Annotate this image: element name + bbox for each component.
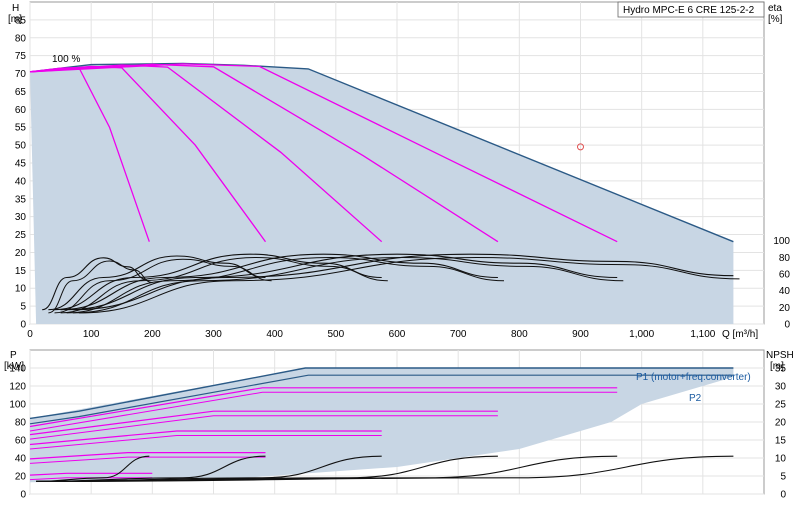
y-left-tick-label: 45: [15, 159, 27, 170]
power-left-unit: [kW]: [4, 361, 24, 372]
y-left-tick-label: 50: [15, 141, 27, 152]
power-tick-label: 20: [15, 472, 27, 483]
y-left-tick-label: 55: [15, 123, 27, 134]
y-left-tick-label: 15: [15, 266, 27, 277]
y-left-tick-label: 0: [20, 320, 26, 331]
head-chart: 0 100 200 300 400 500 600 700 800 900 1,000 1,100 0…: [8, 1, 790, 340]
y-left-tick-label: 65: [15, 87, 27, 98]
x-tick-label: 0: [27, 329, 33, 340]
y-left-tick-label: 20: [15, 248, 27, 259]
y-left-unit: [m]: [8, 14, 22, 25]
power-tick-label: 100: [9, 400, 26, 411]
power-tick-label: 0: [20, 490, 26, 501]
x-tick-label: 100: [83, 329, 100, 340]
npsh-right-ticks: 05101520253035: [775, 364, 787, 501]
power-left-label: P: [10, 350, 17, 361]
x-tick-label: 300: [205, 329, 222, 340]
y-right-tick-label: 20: [779, 303, 791, 314]
x-tick-label: 700: [450, 329, 467, 340]
npsh-tick-label: 20: [775, 418, 787, 429]
y-left-label: H: [12, 3, 19, 14]
power-tick-label: 40: [15, 454, 27, 465]
y-left-tick-label: 70: [15, 69, 27, 80]
speed-annotation: 100 %: [52, 54, 80, 65]
y-left-tick-label: 25: [15, 230, 27, 241]
x-tick-label: 800: [511, 329, 528, 340]
power-tick-label: 80: [15, 418, 27, 429]
y-left-tick-label: 10: [15, 284, 27, 295]
y-right-tick-label: 40: [779, 286, 791, 297]
x-tick-label: 600: [389, 329, 406, 340]
y-right-tick-label: 60: [779, 269, 791, 280]
npsh-tick-label: 15: [775, 436, 787, 447]
y-left-tick-label: 60: [15, 105, 27, 116]
x-tick-label: 400: [266, 329, 283, 340]
npsh-tick-label: 30: [775, 382, 787, 393]
x-axis-label: Q [m³/h]: [722, 329, 758, 340]
y-right-ticks: 0 20 40 60 80 100: [773, 236, 790, 330]
power-chart: 020406080100120140 05101520253035 P [kW]…: [4, 349, 794, 501]
npsh-right-label: NPSH: [766, 350, 794, 361]
y-left-tick-label: 80: [15, 33, 27, 44]
y-right-unit: [%]: [768, 14, 783, 25]
y-left-tick-label: 40: [15, 176, 27, 187]
x-tick-label: 1,000: [629, 329, 654, 340]
y-left-tick-label: 75: [15, 51, 27, 62]
x-tick-label: 900: [572, 329, 589, 340]
npsh-tick-label: 10: [775, 454, 787, 465]
y-right-label: eta: [768, 3, 782, 14]
y-left-tick-label: 30: [15, 212, 27, 223]
p2-label: P2: [689, 393, 702, 404]
y-left-tick-label: 5: [20, 302, 26, 313]
y-right-tick-label: 100: [773, 236, 790, 247]
x-axis-ticks: 0 100 200 300 400 500 600 700 800 900 1,000 1,100: [27, 329, 716, 340]
y-right-tick-label: 0: [784, 320, 790, 331]
x-tick-label: 1,100: [690, 329, 715, 340]
npsh-right-unit: [m]: [770, 361, 784, 372]
power-tick-label: 120: [9, 382, 26, 393]
pump-performance-chart: 0 100 200 300 400 500 600 700 800 900 1,000 1,100 0…: [4, 1, 794, 501]
power-left-ticks: 020406080100120140: [9, 364, 26, 501]
chart-title: Hydro MPC-E 6 CRE 125-2-2: [623, 5, 755, 16]
y-left-ticks: 0510152025303540455055606570758085: [15, 15, 27, 330]
npsh-tick-label: 5: [780, 472, 786, 483]
x-tick-label: 500: [327, 329, 344, 340]
y-left-tick-label: 35: [15, 194, 27, 205]
x-tick-label: 200: [144, 329, 161, 340]
npsh-tick-label: 25: [775, 400, 787, 411]
y-right-tick-label: 80: [779, 253, 791, 264]
p1-label: P1 (motor+freq.converter): [636, 372, 751, 383]
power-tick-label: 60: [15, 436, 27, 447]
npsh-tick-label: 0: [780, 490, 786, 501]
